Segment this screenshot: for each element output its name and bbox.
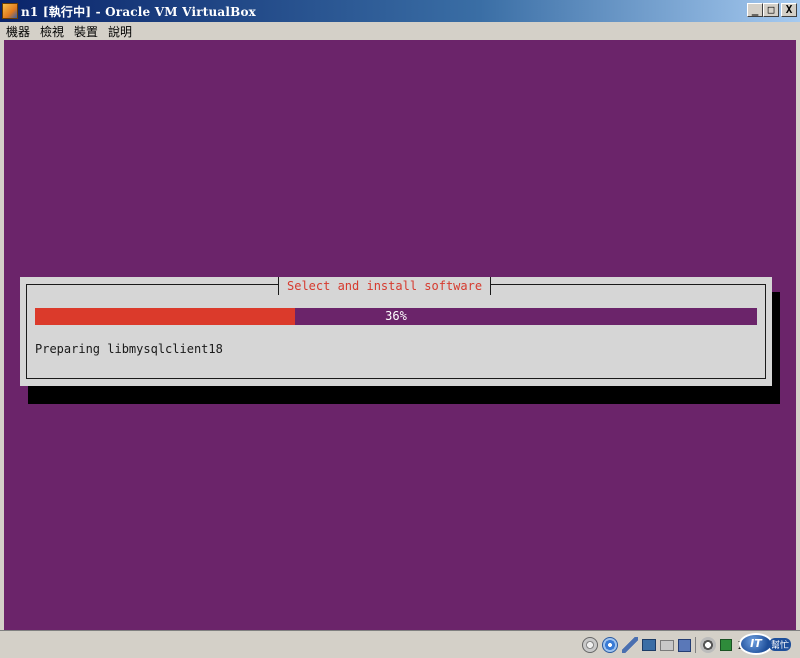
- optical-drive-icon[interactable]: [601, 637, 618, 653]
- keyboard-capture-icon[interactable]: [719, 639, 732, 651]
- install-progress-bar: 36%: [35, 308, 757, 325]
- virtualbox-app-icon[interactable]: [2, 3, 18, 19]
- display-icon[interactable]: [677, 638, 691, 652]
- menu-bar: 機器 檢視 裝置 說明: [0, 22, 800, 40]
- menu-view[interactable]: 檢視: [40, 23, 64, 40]
- maximize-button[interactable]: □: [763, 3, 779, 17]
- watermark-text: 幫忙: [768, 637, 791, 651]
- window-title-bar[interactable]: n1 [執行中] - Oracle VM VirtualBox _ □ X: [0, 0, 800, 22]
- window-controls: _ □ X: [747, 3, 797, 17]
- watermark-logo-oval: IT: [738, 633, 773, 655]
- status-separator: [694, 637, 696, 653]
- progress-percentage: 36%: [385, 309, 407, 323]
- menu-help[interactable]: 說明: [108, 23, 132, 40]
- network-icon[interactable]: [641, 639, 656, 651]
- usb-icon[interactable]: [621, 637, 638, 653]
- dialog-title: Select and install software: [278, 277, 492, 295]
- status-bar: R IT 幫忙: [0, 630, 800, 658]
- install-status-text: Preparing libmysqlclient18: [35, 342, 223, 356]
- menu-devices[interactable]: 裝置: [74, 23, 98, 40]
- dialog-frame: [26, 284, 766, 379]
- minimize-button[interactable]: _: [747, 3, 763, 17]
- hard-disk-icon[interactable]: [581, 637, 598, 653]
- shared-folder-icon[interactable]: [659, 639, 674, 651]
- install-progress-dialog: Select and install software 36% Preparin…: [20, 277, 772, 386]
- device-status-icons: R: [581, 637, 746, 653]
- vm-display-screen[interactable]: Select and install software 36% Preparin…: [4, 40, 796, 630]
- window-title: n1 [執行中] - Oracle VM VirtualBox: [21, 4, 257, 19]
- mouse-capture-icon[interactable]: [699, 637, 716, 653]
- menu-machine[interactable]: 機器: [6, 23, 30, 40]
- ithome-watermark-logo: IT 幫忙: [736, 632, 794, 656]
- close-button[interactable]: X: [781, 3, 797, 17]
